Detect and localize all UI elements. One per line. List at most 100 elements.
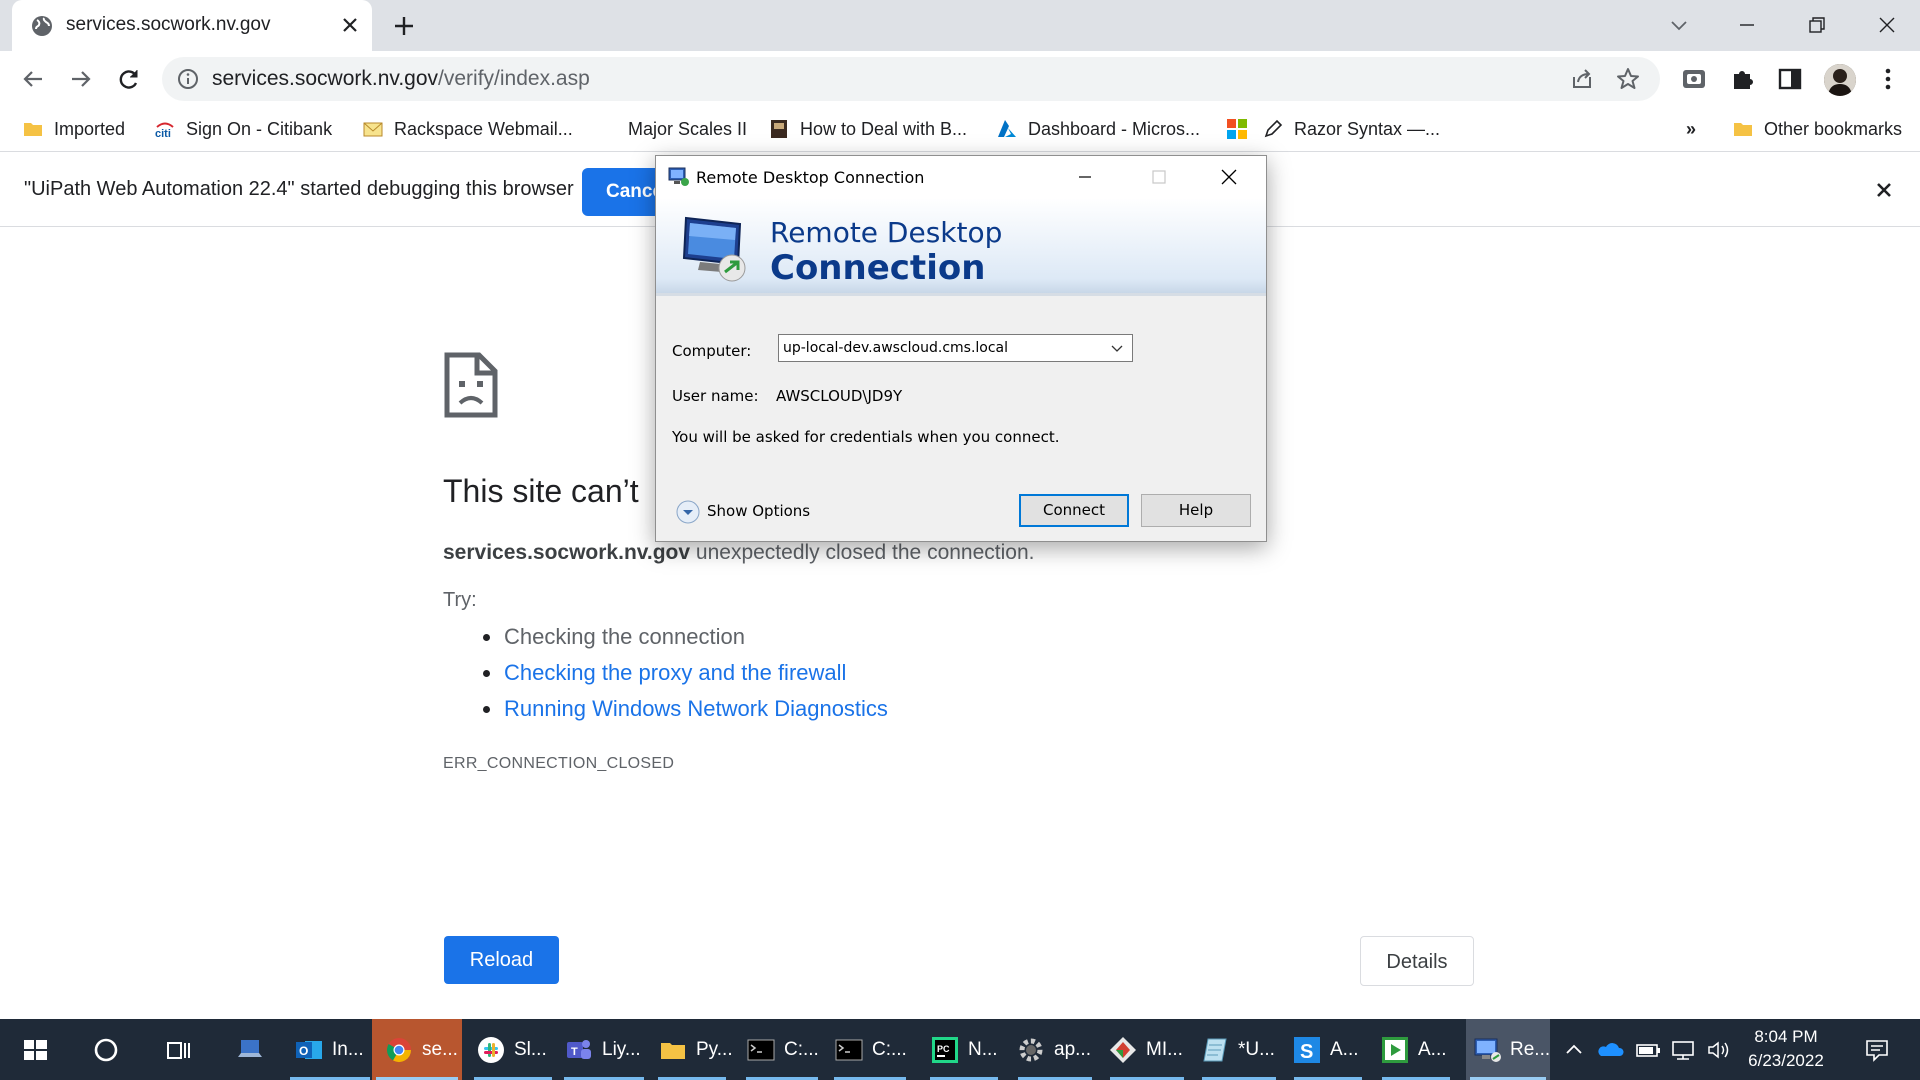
computer-label: Computer: <box>672 342 752 360</box>
browser-tab[interactable]: services.socwork.nv.gov <box>12 0 372 51</box>
taskbar-app-cmd-1[interactable]: C:... <box>742 1019 822 1080</box>
azure-icon <box>996 118 1018 140</box>
profile-avatar[interactable] <box>1824 64 1856 96</box>
minimize-icon[interactable] <box>1074 166 1096 188</box>
rdp-app-icon <box>668 167 690 187</box>
new-tab-icon[interactable] <box>390 12 418 40</box>
back-icon[interactable] <box>18 64 48 94</box>
minimize-icon[interactable] <box>1732 10 1762 40</box>
credentials-note: You will be asked for credentials when y… <box>672 428 1060 446</box>
taskbar-app-diamond[interactable]: MI... <box>1106 1019 1188 1080</box>
notepad-icon <box>1200 1035 1230 1065</box>
taskbar-label: ap... <box>1054 1038 1091 1060</box>
rdp-window-title: Remote Desktop Connection <box>696 168 925 187</box>
puzzle-icon[interactable] <box>1728 65 1756 93</box>
taskbar-label: Re... <box>1510 1038 1551 1060</box>
sad-document-icon <box>443 351 499 419</box>
taskbar-app-gear[interactable]: ap... <box>1014 1019 1096 1080</box>
suggestion-link-diagnostics[interactable]: Running Windows Network Diagnostics <box>483 691 888 727</box>
help-button[interactable]: Help <box>1141 494 1251 527</box>
details-button[interactable]: Details <box>1360 936 1474 986</box>
system-clock[interactable]: 8:04 PM 6/23/2022 <box>1730 1025 1842 1073</box>
taskbar-app-chrome[interactable]: se... <box>372 1019 462 1080</box>
close-tab-icon[interactable] <box>338 13 362 37</box>
address-bar[interactable]: services.socwork.nv.gov/verify/index.asp <box>162 57 1660 101</box>
close-icon[interactable] <box>1218 166 1240 188</box>
taskbar-app-play[interactable]: A... <box>1378 1019 1454 1080</box>
taskbar-label: In... <box>332 1038 364 1060</box>
other-bookmarks[interactable]: Other bookmarks <box>1732 115 1902 143</box>
play-app-icon <box>1380 1035 1410 1065</box>
tab-search-icon[interactable] <box>1664 10 1694 40</box>
bookmark-microsoft[interactable] <box>1226 115 1248 143</box>
share-icon[interactable] <box>1570 67 1594 91</box>
taskbar-app-outlook[interactable]: O In... <box>286 1019 374 1080</box>
taskbar-label: A... <box>1418 1038 1447 1060</box>
chevron-up-icon <box>1559 1035 1589 1065</box>
url-text: services.socwork.nv.gov/verify/index.asp <box>212 67 590 90</box>
bookmarks-overflow[interactable]: » <box>1686 115 1696 143</box>
rdp-icon <box>1472 1035 1502 1065</box>
reload-button[interactable]: Reload <box>444 936 559 984</box>
menu-icon[interactable] <box>1874 65 1902 93</box>
taskbar-app-notepad[interactable]: *U... <box>1198 1019 1280 1080</box>
show-options-link[interactable]: Show Options <box>707 502 810 520</box>
rdp-titlebar[interactable]: Remote Desktop Connection <box>656 156 1266 198</box>
suggestion-link-proxy[interactable]: Checking the proxy and the firewall <box>483 655 888 691</box>
laptop-icon <box>235 1035 265 1065</box>
network-button[interactable] <box>1668 1019 1700 1080</box>
start-button[interactable] <box>0 1019 70 1080</box>
computer-combobox[interactable]: up-local-dev.awscloud.cms.local <box>778 334 1133 362</box>
expand-options-icon[interactable] <box>676 500 700 524</box>
monitor-icon <box>680 212 750 284</box>
taskbar-label: A... <box>1330 1038 1359 1060</box>
mail-icon <box>362 118 384 140</box>
bookmark-imported[interactable]: Imported <box>22 115 125 143</box>
tray-overflow-button[interactable] <box>1560 1019 1588 1080</box>
pycharm-icon: PC <box>930 1035 960 1065</box>
bookmark-razor[interactable]: Razor Syntax —... <box>1262 115 1440 143</box>
taskbar-app-s[interactable]: S A... <box>1290 1019 1366 1080</box>
username-value: AWSCLOUD\JD9Y <box>776 387 903 405</box>
diamond-app-icon <box>1108 1035 1138 1065</box>
bookmark-how-to-deal[interactable]: How to Deal with B... <box>768 115 967 143</box>
reload-icon[interactable] <box>114 64 144 94</box>
cmd-icon <box>746 1035 776 1065</box>
close-window-icon[interactable] <box>1872 10 1902 40</box>
s-app-icon: S <box>1292 1035 1322 1065</box>
bookmark-rackspace[interactable]: Rackspace Webmail... <box>362 115 573 143</box>
bookmark-dashboard[interactable]: Dashboard - Micros... <box>996 115 1200 143</box>
notifications-button[interactable] <box>1852 1019 1902 1080</box>
forward-icon[interactable] <box>66 64 96 94</box>
connect-button[interactable]: Connect <box>1019 494 1129 527</box>
taskbar-app-slack[interactable]: Sl... <box>470 1019 556 1080</box>
taskbar-app-cmd-2[interactable]: C:... <box>830 1019 910 1080</box>
taskbar-app-teams[interactable]: T Liy... <box>560 1019 648 1080</box>
restore-icon[interactable] <box>1802 10 1832 40</box>
extension-icon[interactable] <box>1680 65 1708 93</box>
taskbar-app-explorer[interactable]: Py... <box>654 1019 733 1080</box>
taskbar-label: Liy... <box>602 1038 641 1060</box>
task-view-button[interactable] <box>148 1019 208 1080</box>
tab-strip: services.socwork.nv.gov <box>0 0 1920 51</box>
close-icon[interactable] <box>1872 178 1896 202</box>
taskbar-app-pycharm[interactable]: PC N... <box>926 1019 1002 1080</box>
clock-time: 8:04 PM <box>1754 1027 1818 1046</box>
bookmark-star-icon[interactable] <box>1615 66 1641 92</box>
site-info-icon[interactable] <box>176 67 200 91</box>
notification-icon <box>1862 1035 1892 1065</box>
battery-icon <box>1633 1035 1663 1065</box>
taskbar-app-remote-desktop[interactable]: Re... <box>1466 1019 1550 1080</box>
folder-icon <box>22 118 44 140</box>
battery-button[interactable] <box>1632 1019 1664 1080</box>
search-button[interactable] <box>76 1019 136 1080</box>
chevron-down-icon[interactable] <box>1109 341 1125 357</box>
taskbar-label: C:... <box>872 1038 907 1060</box>
side-panel-icon[interactable] <box>1776 65 1804 93</box>
folder-icon <box>1732 118 1754 140</box>
bookmark-citibank[interactable]: citi Sign On - Citibank <box>154 115 332 143</box>
onedrive-button[interactable] <box>1594 1019 1626 1080</box>
chrome-icon <box>384 1035 414 1065</box>
bookmark-major-scales[interactable]: Major Scales II <box>628 115 747 143</box>
taskbar-app-rdp-pinned[interactable] <box>220 1019 280 1080</box>
